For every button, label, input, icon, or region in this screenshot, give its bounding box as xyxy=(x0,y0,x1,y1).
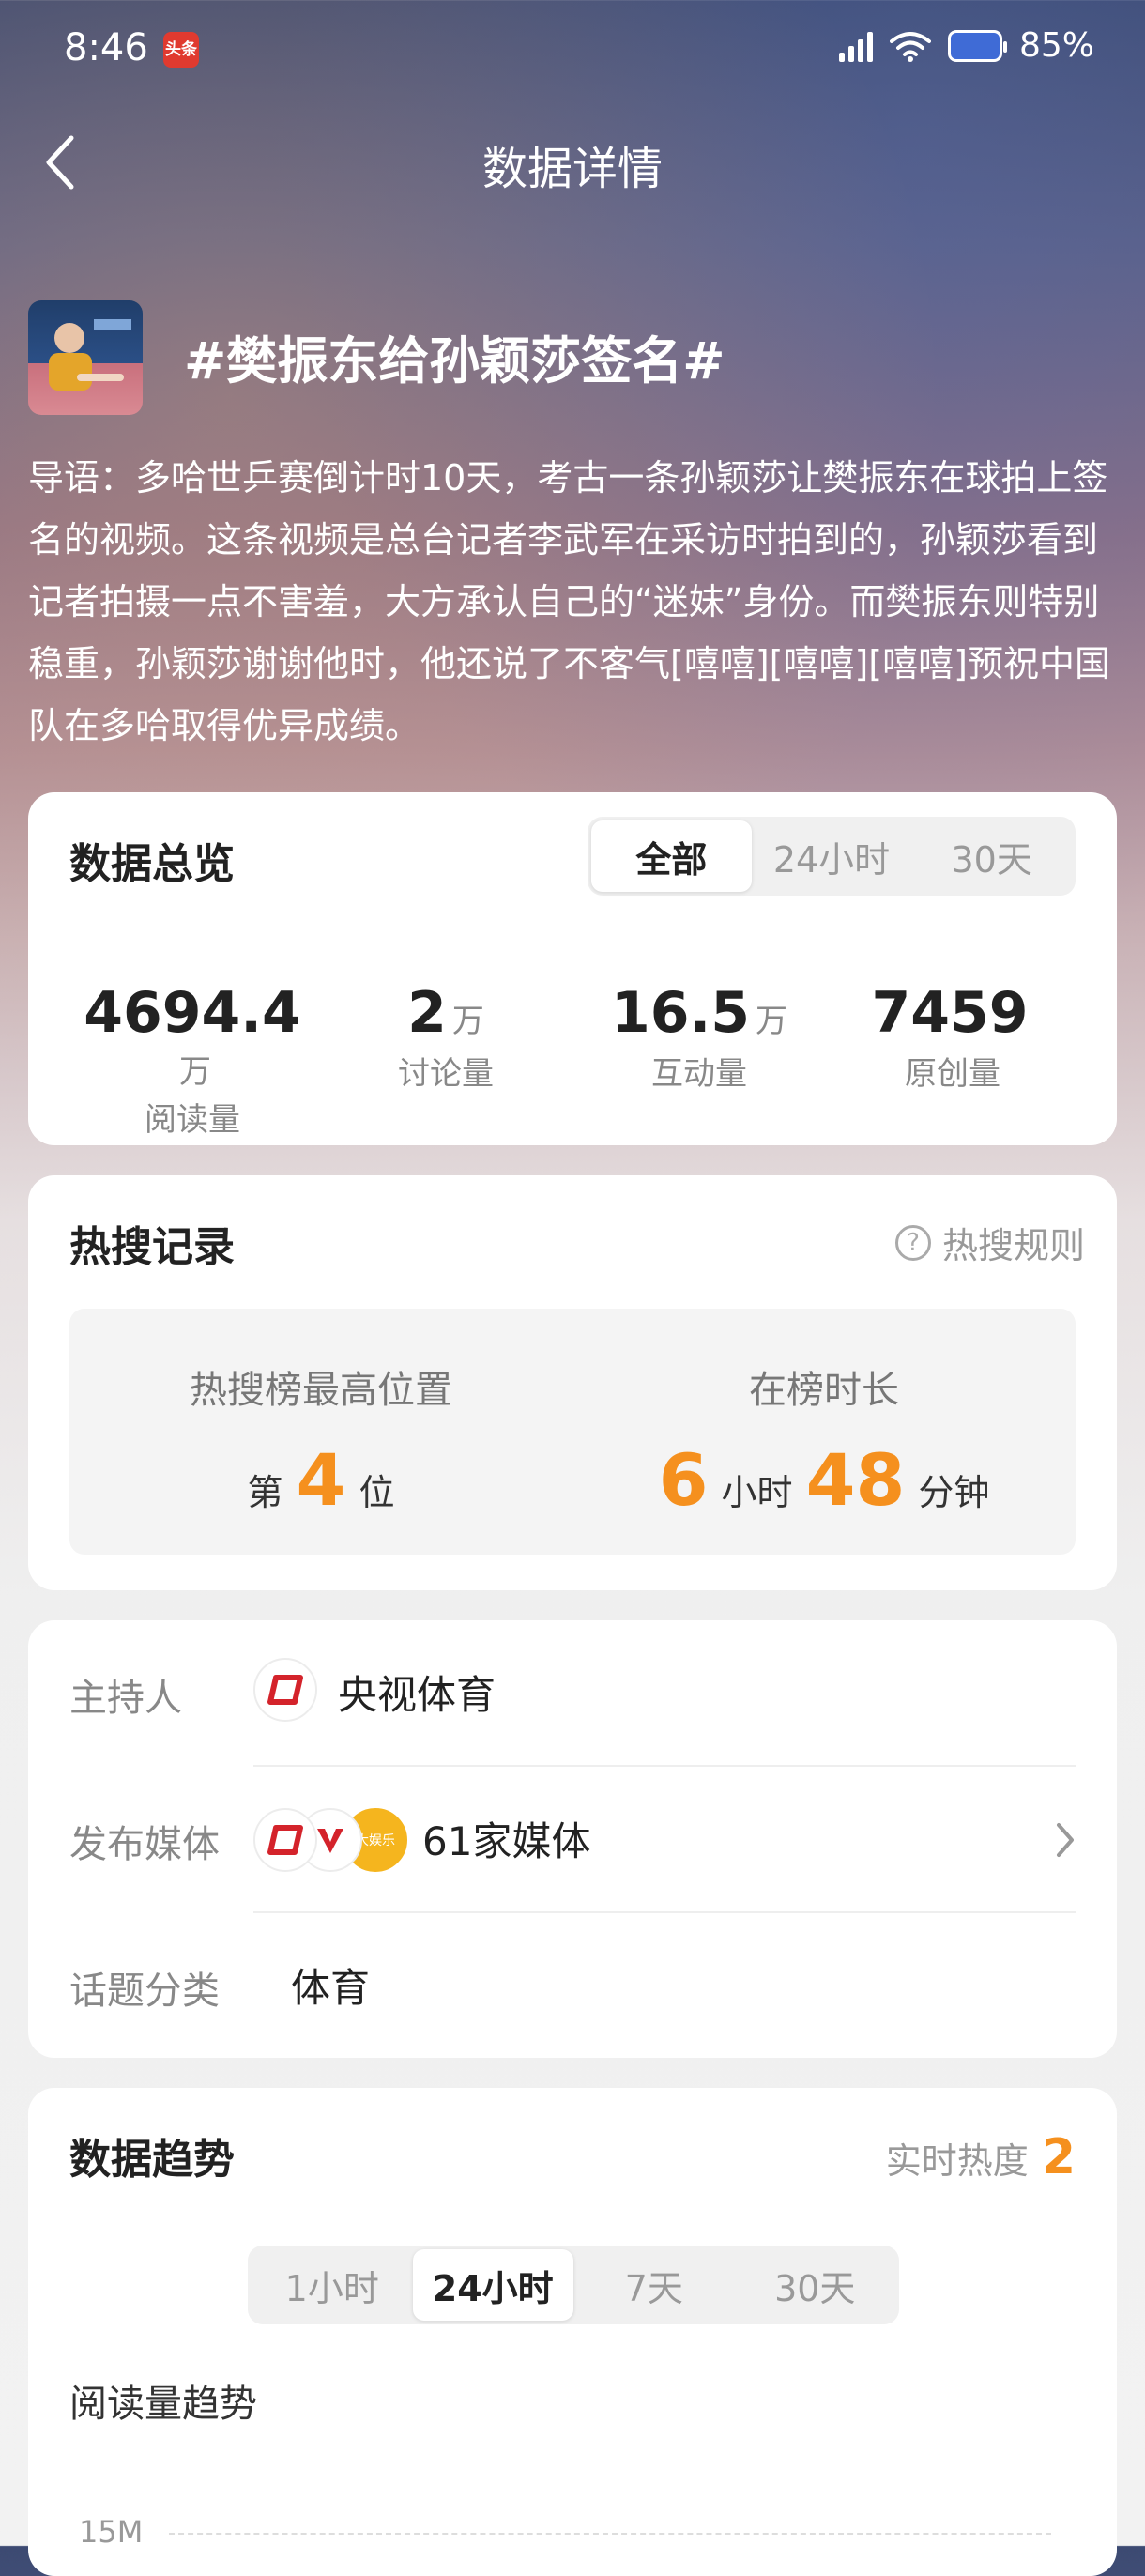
stat-label: 阅读量 xyxy=(145,1101,240,1139)
data-overview-card: 数据总览 全部 24小时 30天 4694.4万 阅读量 2万 讨论量 16.5… xyxy=(28,792,1117,1145)
stat-value: 7459 xyxy=(871,980,1029,1046)
tab-1h[interactable]: 1小时 xyxy=(252,2249,413,2321)
media-row[interactable]: 发布媒体 大娱乐 61家媒体 xyxy=(69,1767,1076,1913)
peak-position: 热搜榜最高位置 第 4 位 xyxy=(69,1359,572,1522)
rules-label: 热搜规则 xyxy=(941,1225,1085,1266)
duration-label: 在榜时长 xyxy=(749,1369,899,1412)
wifi-icon xyxy=(889,31,931,62)
stat-label: 讨论量 xyxy=(398,1055,494,1093)
topic-intro: 导语：多哈世乒赛倒计时10天，考古一条孙颖莎让樊振东在球拍上签名的视频。这条视频… xyxy=(28,457,1110,746)
duration-minutes: 48 xyxy=(805,1438,906,1522)
stat-label: 互动量 xyxy=(651,1055,747,1093)
topic-info-card: 主持人 央视体育 发布媒体 大娱乐 61家媒体 话题分类 体育 xyxy=(28,1620,1117,2058)
duration-hours: 6 xyxy=(658,1438,709,1522)
topic-thumbnail[interactable] xyxy=(28,300,143,415)
cctv-sports-logo-icon xyxy=(253,1808,317,1872)
status-bar: 8:46 头条 85% xyxy=(0,0,1145,103)
topic-title: #樊振东给孙颖莎签名# xyxy=(184,331,725,391)
peak-suffix: 位 xyxy=(359,1472,395,1513)
battery-percent: 85% xyxy=(1018,26,1094,65)
cctv-sports-logo-icon xyxy=(253,1658,317,1722)
stat-discussions: 2万 讨论量 xyxy=(319,980,572,1094)
page-title: 数据详情 xyxy=(481,143,663,195)
battery-icon xyxy=(947,29,1007,62)
minutes-unit: 分钟 xyxy=(918,1472,990,1513)
hot-search-title: 热搜记录 xyxy=(69,1223,235,1271)
stat-interactions: 16.5 万 互动量 xyxy=(572,980,826,1094)
tab-30d[interactable]: 30天 xyxy=(911,820,1072,892)
peak-value: 4 xyxy=(296,1438,346,1522)
trend-period-tabs: 1小时 24小时 7天 30天 xyxy=(248,2246,899,2324)
signal-icon xyxy=(838,30,873,62)
peak-prefix: 第 xyxy=(247,1472,283,1513)
realtime-value: 2 xyxy=(1041,2129,1076,2185)
hot-search-card: 热搜记录 ? 热搜规则 热搜榜最高位置 第 4 位 在榜时长 6 小时 48 分… xyxy=(28,1175,1117,1590)
category-label: 话题分类 xyxy=(69,1970,220,2013)
media-label: 发布媒体 xyxy=(69,1823,220,1866)
hours-unit: 小时 xyxy=(721,1472,793,1513)
trend-title: 数据趋势 xyxy=(69,2136,235,2184)
help-icon: ? xyxy=(894,1224,931,1261)
chart-title: 阅读量趋势 xyxy=(69,2383,257,2426)
stat-unit: 万 xyxy=(756,1003,788,1040)
on-list-duration: 在榜时长 6 小时 48 分钟 xyxy=(572,1359,1076,1522)
host-row: 主持人 央视体育 xyxy=(69,1620,1076,1767)
stat-value: 4694.4 xyxy=(84,980,301,1046)
tab-24h[interactable]: 24小时 xyxy=(412,2249,573,2321)
category-value: 体育 xyxy=(291,1965,371,2011)
host-label: 主持人 xyxy=(69,1677,182,1720)
status-icons: 85% xyxy=(838,26,1094,65)
host-value: 央视体育 xyxy=(338,1672,496,1718)
hot-search-rules-link[interactable]: ? 热搜规则 xyxy=(894,1217,1085,1268)
tab-7d[interactable]: 7天 xyxy=(573,2249,735,2321)
realtime-heat: 实时热度 2 xyxy=(886,2129,1076,2185)
news-app-icon: 头条 xyxy=(163,32,199,68)
y-axis-tick: 15M xyxy=(79,2514,144,2550)
stat-value: 2 xyxy=(407,980,447,1046)
stat-reads: 4694.4 万 阅读量 xyxy=(66,980,319,1140)
overview-period-tabs: 全部 24小时 30天 xyxy=(588,817,1076,896)
overview-title: 数据总览 xyxy=(69,840,235,888)
tab-30d[interactable]: 30天 xyxy=(735,2249,896,2321)
category-row: 话题分类 体育 xyxy=(69,1913,1076,2060)
top-nav: 数据详情 xyxy=(0,113,1145,207)
realtime-label: 实时热度 xyxy=(885,2140,1029,2182)
hot-search-stats: 热搜榜最高位置 第 4 位 在榜时长 6 小时 48 分钟 xyxy=(69,1309,1076,1555)
chart-gridline xyxy=(169,2533,1051,2535)
peak-label: 热搜榜最高位置 xyxy=(190,1369,452,1412)
media-value: 61家媒体 xyxy=(422,1818,591,1864)
stat-value: 16.5 xyxy=(610,980,751,1046)
stat-unit: 万 xyxy=(451,1003,484,1040)
status-time: 8:46 xyxy=(64,26,148,69)
tab-24h[interactable]: 24小时 xyxy=(752,820,912,892)
chevron-right-icon[interactable] xyxy=(1055,1821,1076,1863)
stat-label: 原创量 xyxy=(905,1055,1000,1093)
data-trend-card: 数据趋势 实时热度 2 1小时 24小时 7天 30天 阅读量趋势 15M xyxy=(28,2088,1117,2576)
stat-unit: 万 xyxy=(179,1053,211,1091)
tab-all[interactable]: 全部 xyxy=(591,820,752,892)
stat-originals: 7459 原创量 xyxy=(826,980,1079,1094)
